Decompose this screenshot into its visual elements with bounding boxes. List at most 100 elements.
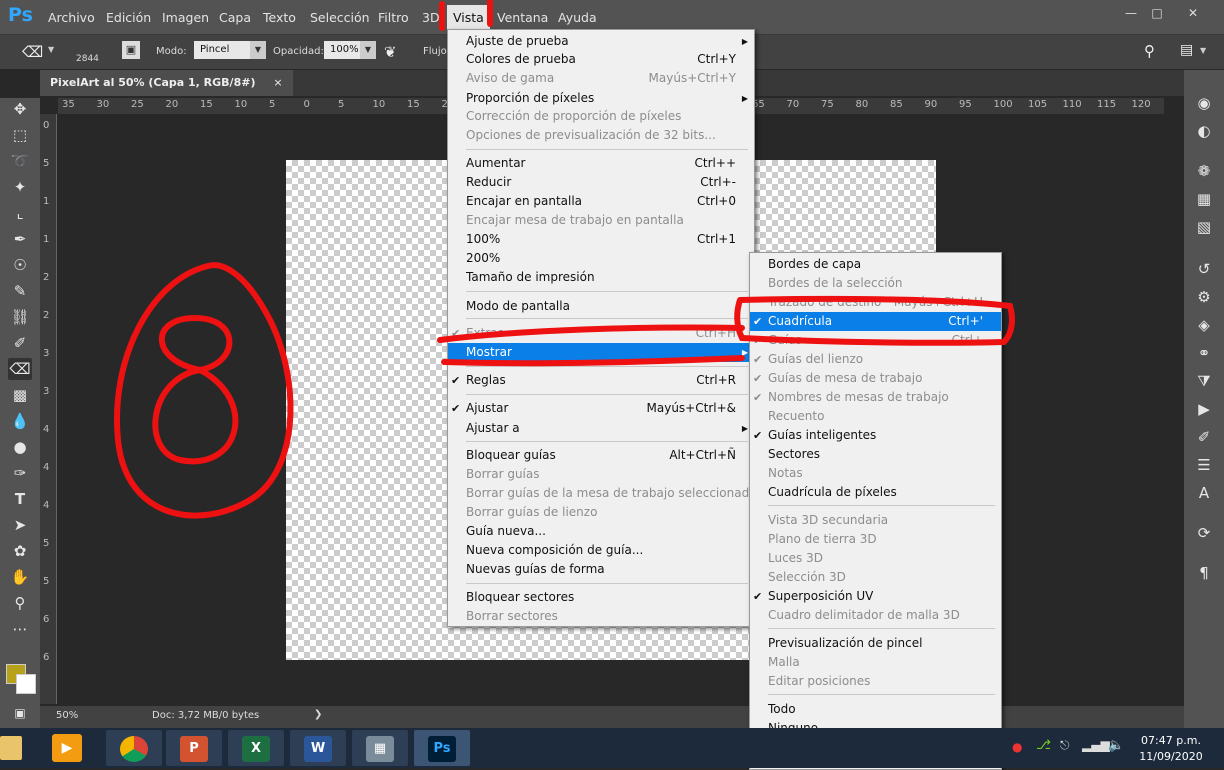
move-tool-icon[interactable]: ✥ <box>8 98 32 120</box>
mostrar-menu-item[interactable]: Bordes de capa <box>750 255 1001 274</box>
menu-3d[interactable]: 3D <box>422 10 440 25</box>
vista-menu-item[interactable]: Bloquear sectores <box>448 588 754 607</box>
chevron-down-icon[interactable]: ▼ <box>250 41 266 59</box>
layers-icon[interactable]: ◈ <box>1192 314 1216 336</box>
vista-menu-item[interactable]: Colores de prueba Ctrl+Y <box>448 50 754 69</box>
menu-texto[interactable]: Texto <box>263 10 296 25</box>
shape-tool-icon[interactable]: ✿ <box>8 540 32 562</box>
blur-tool-icon[interactable]: 💧 <box>8 410 32 432</box>
paragraph-icon[interactable]: ¶ <box>1192 562 1216 584</box>
brushes-icon[interactable]: ✐ <box>1192 426 1216 448</box>
minimize-icon[interactable]: — <box>1120 6 1142 20</box>
type-tool-icon[interactable]: T <box>8 488 32 510</box>
stamp-tool-icon[interactable]: ⛓ <box>8 306 32 328</box>
close-tab-icon[interactable]: × <box>273 76 282 89</box>
mostrar-menu-item[interactable]: Previsualización de pincel <box>750 634 1001 653</box>
brush-tool-icon[interactable]: ✎ <box>8 280 32 302</box>
brush-settings-icon[interactable]: ☰ <box>1192 454 1216 476</box>
pen-tool-icon[interactable]: ✑ <box>8 462 32 484</box>
vista-menu-item[interactable]: Nueva composición de guía... <box>448 541 754 560</box>
vista-menu-item[interactable]: Tamaño de impresión <box>448 268 754 287</box>
vista-menu-item[interactable]: Reducir Ctrl+- <box>448 173 754 192</box>
menu-archivo[interactable]: Archivo <box>48 10 95 25</box>
pressure-icon[interactable]: ❦ <box>384 43 397 61</box>
menu-ventana[interactable]: Ventana <box>497 10 548 25</box>
properties-icon[interactable]: ⚙ <box>1192 286 1216 308</box>
vista-menu-item[interactable]: Nuevas guías de forma <box>448 560 754 579</box>
magic-wand-icon[interactable]: ✦ <box>8 176 32 198</box>
vista-menu-item[interactable]: Modo de pantalla <box>448 297 754 316</box>
menu-capa[interactable]: Capa <box>219 10 251 25</box>
more-tools-icon[interactable]: ⋯ <box>8 618 32 640</box>
swatches-icon[interactable]: ▦ <box>1192 188 1216 210</box>
channels-icon[interactable]: ⚭ <box>1192 342 1216 364</box>
mode-select[interactable]: Pincel <box>194 41 250 59</box>
taskbar-chrome[interactable] <box>106 730 162 766</box>
vista-menu-item[interactable]: Mostrar ▶ <box>448 343 754 362</box>
crop-tool-icon[interactable]: ⌞ <box>8 202 32 224</box>
media-player-icon[interactable]: ▶ <box>52 734 82 762</box>
gradient-tool-icon[interactable]: ▩ <box>8 384 32 406</box>
antivirus-icon[interactable]: ● <box>1012 740 1022 754</box>
plus-icon[interactable]: ⎇ <box>1036 738 1051 753</box>
eyedropper-icon[interactable]: ✒ <box>8 228 32 250</box>
file-explorer-icon[interactable] <box>0 736 22 760</box>
zoom-level[interactable]: 50% <box>56 710 78 721</box>
volume-icon[interactable]: 🔈 <box>1108 738 1124 753</box>
history-icon[interactable]: ↺ <box>1192 258 1216 280</box>
network-icon[interactable]: ▂▄▆ <box>1082 738 1110 752</box>
taskbar-word[interactable]: W <box>290 730 346 766</box>
mostrar-menu-item[interactable]: Cuadrícula de píxeles <box>750 483 1001 502</box>
eraser-tool-icon[interactable]: ⌫ <box>8 358 32 380</box>
document-tab[interactable]: PixelArt al 50% (Capa 1, RGB/8#) × <box>40 70 293 96</box>
menu-filtro[interactable]: Filtro <box>378 10 409 25</box>
chevron-down-icon[interactable]: ▼ <box>1200 46 1206 55</box>
mostrar-menu-item[interactable]: ✔ Guías inteligentes <box>750 426 1001 445</box>
maximize-icon[interactable]: □ <box>1146 6 1168 20</box>
vista-menu-item[interactable]: ✔ Ajustar Mayús+Ctrl+& <box>448 399 754 418</box>
mostrar-menu-item[interactable]: ✔ Superposición UV <box>750 587 1001 606</box>
mostrar-menu-item[interactable]: ✔ Cuadrícula Ctrl+' <box>750 312 1001 331</box>
vista-menu-item[interactable]: Ajuste de prueba ▶ <box>448 32 754 51</box>
history-brush-icon[interactable]: ✐ <box>8 332 32 354</box>
usb-icon[interactable]: ⎋ <box>1060 738 1070 753</box>
hand-tool-icon[interactable]: ✋ <box>8 566 32 588</box>
vista-menu-item[interactable]: 200% <box>448 249 754 268</box>
vista-menu-item[interactable]: Guía nueva... <box>448 522 754 541</box>
menu-seleccion[interactable]: Selección <box>310 10 370 25</box>
patterns-icon[interactable]: ▧ <box>1192 216 1216 238</box>
healing-tool-icon[interactable]: ☉ <box>8 254 32 276</box>
brush-size[interactable]: 2844 <box>76 54 99 64</box>
menu-ayuda[interactable]: Ayuda <box>558 10 597 25</box>
marquee-tool-icon[interactable]: ⬚ <box>8 124 32 146</box>
vista-menu-item[interactable]: Aumentar Ctrl++ <box>448 154 754 173</box>
menu-edicion[interactable]: Edición <box>106 10 151 25</box>
adjustments-icon[interactable]: ◐ <box>1192 120 1216 142</box>
palette-icon[interactable]: ❁ <box>1192 160 1216 182</box>
background-color-swatch[interactable] <box>16 674 36 694</box>
mostrar-menu-item[interactable]: Sectores <box>750 445 1001 464</box>
vista-menu-item[interactable]: Bloquear guías Alt+Ctrl+Ñ <box>448 446 754 465</box>
paths-icon[interactable]: ⧩ <box>1192 370 1216 392</box>
lasso-tool-icon[interactable]: ➰ <box>8 150 32 172</box>
color-wheel-icon[interactable]: ◉ <box>1192 92 1216 114</box>
character-icon[interactable]: A <box>1192 482 1216 504</box>
chevron-down-icon[interactable]: ▼ <box>48 45 54 54</box>
taskbar-calculator[interactable]: ▦ <box>352 730 408 766</box>
zoom-tool-icon[interactable]: ⚲ <box>8 592 32 614</box>
clock-date[interactable]: 11/09/2020 <box>1136 750 1206 763</box>
menu-vista[interactable]: Vista <box>447 5 490 31</box>
vista-menu-item[interactable]: Encajar en pantalla Ctrl+0 <box>448 192 754 211</box>
close-window-icon[interactable]: ✕ <box>1182 6 1204 20</box>
vista-menu-item[interactable]: Ajustar a ▶ <box>448 419 754 438</box>
dodge-tool-icon[interactable]: ● <box>8 436 32 458</box>
path-select-icon[interactable]: ➤ <box>8 514 32 536</box>
vista-menu-item[interactable]: 100% Ctrl+1 <box>448 230 754 249</box>
taskbar-excel[interactable]: X <box>228 730 284 766</box>
workspace-icon[interactable]: ▤ <box>1180 42 1193 58</box>
vista-menu-item[interactable]: ✔ Reglas Ctrl+R <box>448 371 754 390</box>
brush-panel-icon[interactable]: ▣ <box>122 41 140 59</box>
actions-play-icon[interactable]: ▶ <box>1192 398 1216 420</box>
rotate-icon[interactable]: ⟳ <box>1192 522 1216 544</box>
taskbar-photoshop[interactable]: Ps <box>414 730 470 766</box>
